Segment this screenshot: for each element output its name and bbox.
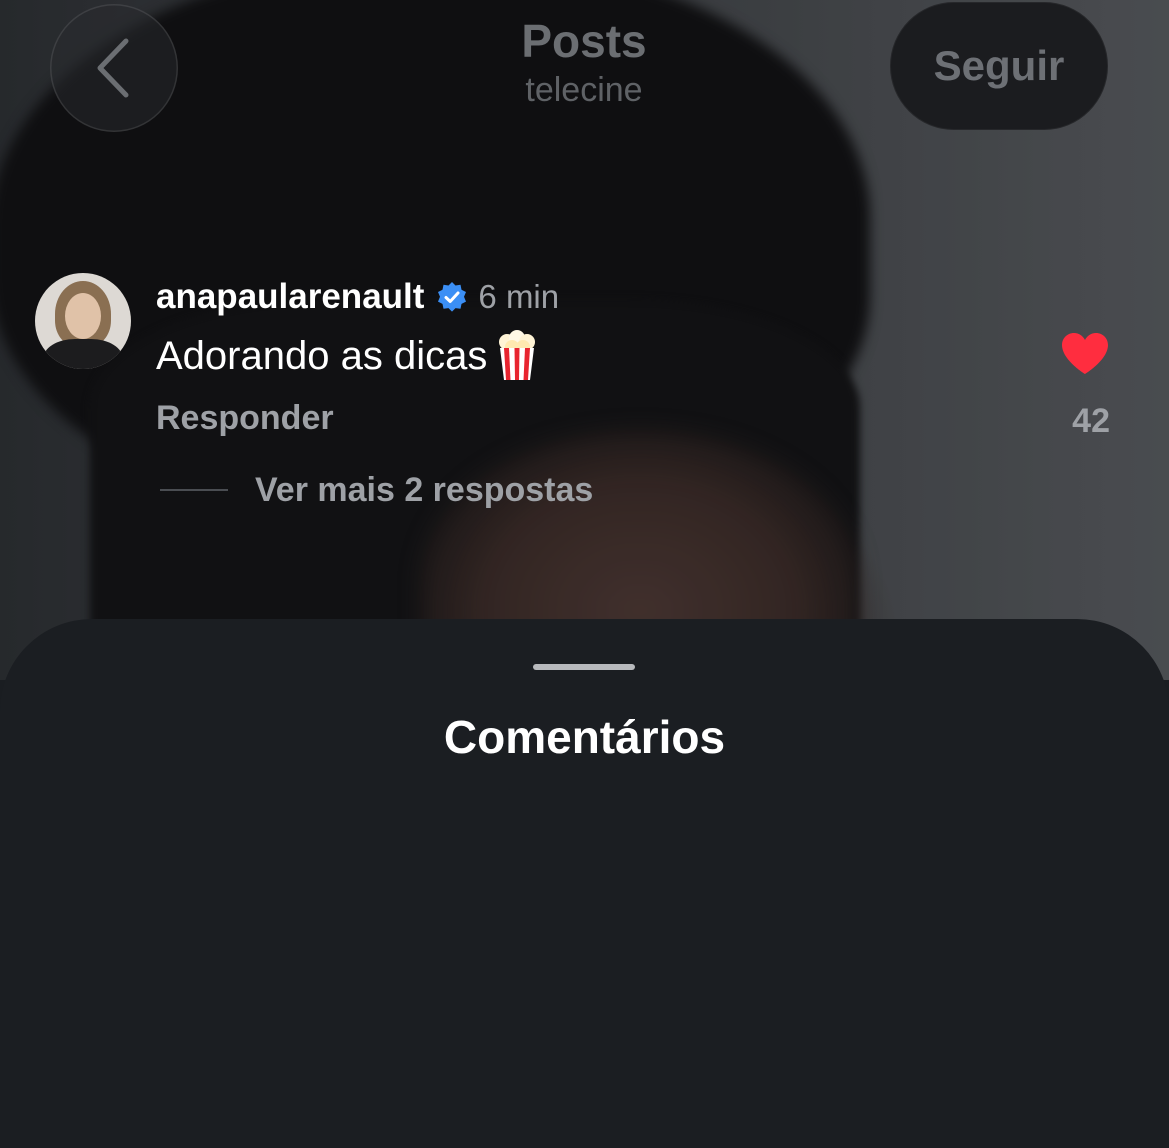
page-title: Posts xyxy=(521,15,647,67)
verified-badge-icon xyxy=(438,282,467,312)
avatar[interactable] xyxy=(35,273,131,369)
view-more-replies-button[interactable]: Ver mais 2 respostas xyxy=(255,470,593,510)
reply-button[interactable]: Responder xyxy=(156,398,334,438)
popcorn-icon xyxy=(499,330,536,380)
screen: Posts telecine Seguir Comentários anapau… xyxy=(0,0,1169,1148)
comment-time: 6 min xyxy=(478,278,560,315)
heart-icon[interactable] xyxy=(1060,332,1110,376)
like-count: 42 xyxy=(1072,402,1110,440)
comments-title: Comentários xyxy=(443,711,726,763)
account-name[interactable]: telecine xyxy=(384,68,784,112)
header-title-block: Posts telecine xyxy=(384,14,784,112)
replies-divider xyxy=(160,489,228,491)
back-button[interactable] xyxy=(50,4,178,132)
comment-username[interactable]: anapaularenault xyxy=(156,277,424,317)
comment-header: anapaularenault 6 min xyxy=(156,274,559,320)
comment-text: Adorando as dicas xyxy=(156,334,488,378)
chevron-left-icon xyxy=(97,38,129,98)
sheet-drag-handle[interactable] xyxy=(533,664,635,670)
comment-body: Adorando as dicas xyxy=(156,330,539,382)
follow-button[interactable]: Seguir xyxy=(890,2,1108,130)
comments-sheet: Comentários xyxy=(0,619,1169,1148)
